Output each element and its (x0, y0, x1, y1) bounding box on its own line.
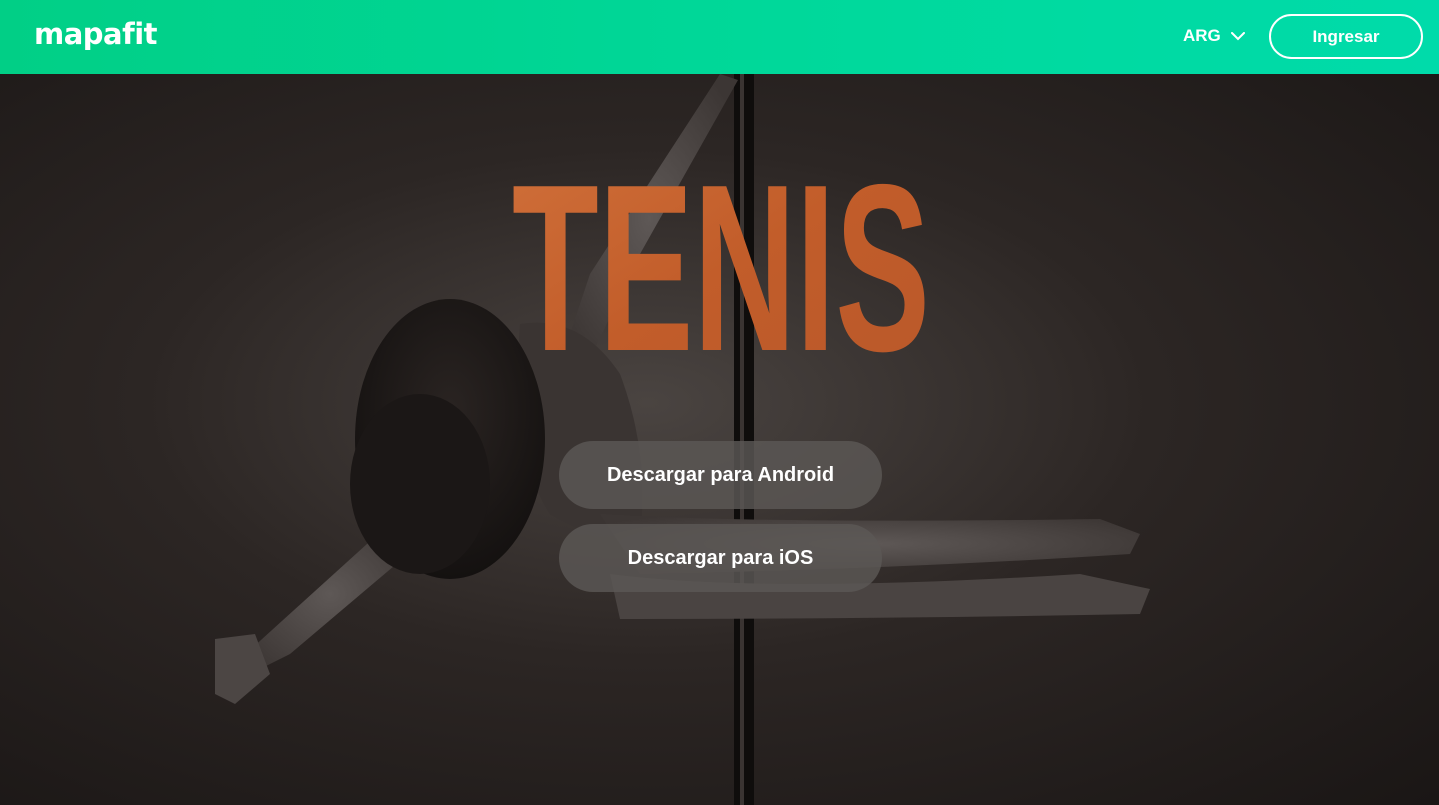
login-button[interactable]: Ingresar (1269, 14, 1423, 59)
top-navbar: mapafit ARG Ingresar (0, 0, 1439, 74)
country-code: ARG (1183, 26, 1221, 45)
tenis-title-graphic: TENIS (512, 170, 930, 356)
hero-title: TENIS (512, 170, 930, 356)
download-android-button[interactable]: Descargar para Android (559, 441, 882, 509)
hero-section: TENIS Descargar para Android Descargar p… (0, 74, 1439, 805)
download-ios-button[interactable]: Descargar para iOS (559, 524, 882, 592)
chevron-down-icon (1230, 31, 1245, 40)
country-selector[interactable]: ARG (1183, 24, 1245, 48)
mapafit-logo[interactable]: mapafit (34, 17, 158, 51)
